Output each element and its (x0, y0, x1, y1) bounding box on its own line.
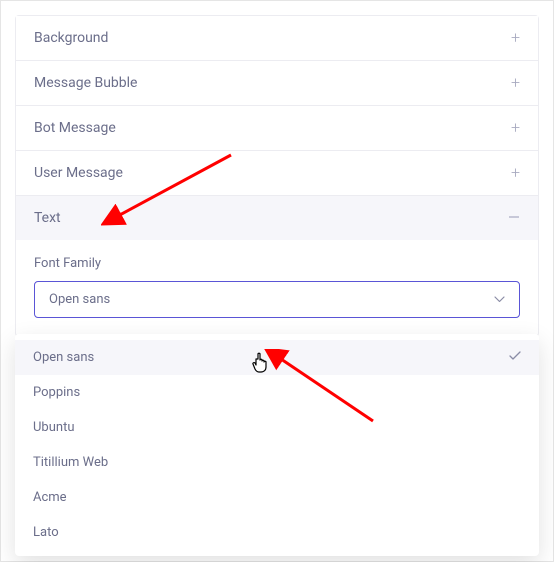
font-family-label: Font Family (34, 256, 520, 271)
dropdown-option-ubuntu[interactable]: Ubuntu (15, 410, 539, 445)
option-label: Acme (33, 490, 67, 505)
option-label: Lato (33, 525, 59, 540)
dropdown-option-lato[interactable]: Lato (15, 515, 539, 550)
dropdown-option-titillium[interactable]: Titillium Web (15, 445, 539, 480)
accordion-header-background[interactable]: Background + (16, 16, 538, 60)
accordion-header-user-message[interactable]: User Message + (16, 151, 538, 195)
accordion-header-message-bubble[interactable]: Message Bubble + (16, 61, 538, 105)
accordion-item-bot-message: Bot Message + (16, 106, 538, 151)
dropdown-option-open-sans[interactable]: Open sans (15, 340, 539, 375)
accordion-item-text: Text Font Family Open sans (16, 196, 538, 336)
accordion-label: Bot Message (34, 120, 116, 136)
dropdown-option-acme[interactable]: Acme (15, 480, 539, 515)
accordion-label: Background (34, 30, 108, 46)
chevron-down-icon (494, 292, 505, 307)
accordion-body-text: Font Family Open sans (16, 240, 538, 336)
accordion-item-user-message: User Message + (16, 151, 538, 196)
accordion-label: Text (34, 210, 61, 226)
font-family-select[interactable]: Open sans (34, 281, 520, 318)
accordion-label: User Message (34, 165, 123, 181)
accordion-item-background: Background + (16, 16, 538, 61)
option-label: Titillium Web (33, 455, 108, 470)
option-label: Open sans (33, 350, 94, 365)
dropdown-option-poppins[interactable]: Poppins (15, 375, 539, 410)
collapse-icon (508, 210, 520, 226)
accordion-label: Message Bubble (34, 75, 137, 91)
expand-icon: + (511, 120, 520, 136)
option-label: Poppins (33, 385, 80, 400)
accordion-item-message-bubble: Message Bubble + (16, 61, 538, 106)
expand-icon: + (511, 30, 520, 46)
expand-icon: + (511, 75, 520, 91)
accordion-panel: Background + Message Bubble + Bot Messag… (15, 15, 539, 337)
settings-container: Background + Message Bubble + Bot Messag… (0, 0, 554, 562)
select-value: Open sans (49, 292, 110, 307)
check-icon (509, 350, 521, 365)
accordion-header-text[interactable]: Text (16, 196, 538, 240)
accordion-header-bot-message[interactable]: Bot Message + (16, 106, 538, 150)
font-dropdown: Open sans Poppins Ubuntu Titillium Web A… (15, 334, 539, 556)
option-label: Ubuntu (33, 420, 75, 435)
expand-icon: + (511, 165, 520, 181)
